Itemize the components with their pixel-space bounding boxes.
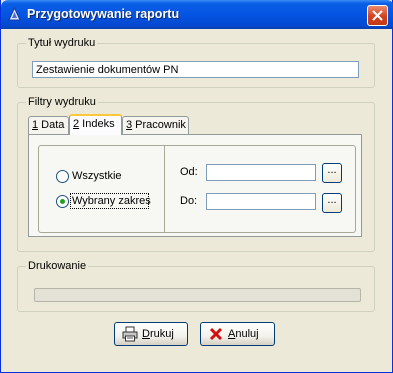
title-bar[interactable]: Przygotowywanie raportu [1, 0, 393, 29]
to-label: Do: [180, 195, 198, 207]
from-browse-button[interactable]: ... [322, 163, 342, 183]
tab-pracownik-label: Pracownik [132, 119, 186, 131]
range-divider [164, 146, 165, 232]
tab-data[interactable]: 1 Data [28, 116, 69, 135]
tab-indeks-label: Indeks [79, 118, 115, 130]
printing-legend: Drukowanie [26, 260, 89, 273]
radio-all[interactable] [56, 170, 69, 183]
print-button[interactable]: Drukuj [114, 322, 188, 346]
close-button[interactable] [367, 5, 388, 26]
print-label: rukuj [149, 328, 174, 340]
report-title-legend: Tytuł wydruku [26, 37, 98, 50]
tab-panel-indeks: Wszystkie Wybrany zakres Od: ... Do: ... [28, 134, 362, 237]
report-title-input[interactable]: Zestawienie dokumentów PN [32, 61, 359, 78]
radio-all-label: Wszystkie [72, 170, 122, 182]
tab-indeks[interactable]: 2 Indeks [69, 114, 122, 135]
print-mnemonic: D [142, 328, 150, 340]
app-icon [8, 7, 21, 21]
print-progress-bar [34, 288, 361, 302]
report-dialog: Przygotowywanie raportu Tytuł wydruku Ze… [0, 0, 393, 373]
tab-pracownik[interactable]: 3 Pracownik [122, 116, 189, 135]
radio-range-label: Wybrany zakres [72, 195, 151, 207]
from-label: Od: [180, 166, 198, 178]
tab-data-label: Data [38, 119, 65, 131]
filters-legend: Filtry wydruku [26, 96, 98, 109]
from-input[interactable] [206, 164, 316, 181]
printer-icon [122, 326, 138, 342]
cancel-button[interactable]: Anuluj [200, 322, 275, 346]
to-input[interactable] [206, 193, 316, 210]
cancel-label: nuluj [235, 328, 259, 340]
window-title: Przygotowywanie raportu [27, 7, 180, 21]
close-icon [372, 10, 383, 21]
red-x-icon [209, 327, 223, 341]
radio-range[interactable] [56, 195, 69, 208]
to-browse-button[interactable]: ... [322, 193, 342, 213]
range-box [38, 145, 356, 233]
